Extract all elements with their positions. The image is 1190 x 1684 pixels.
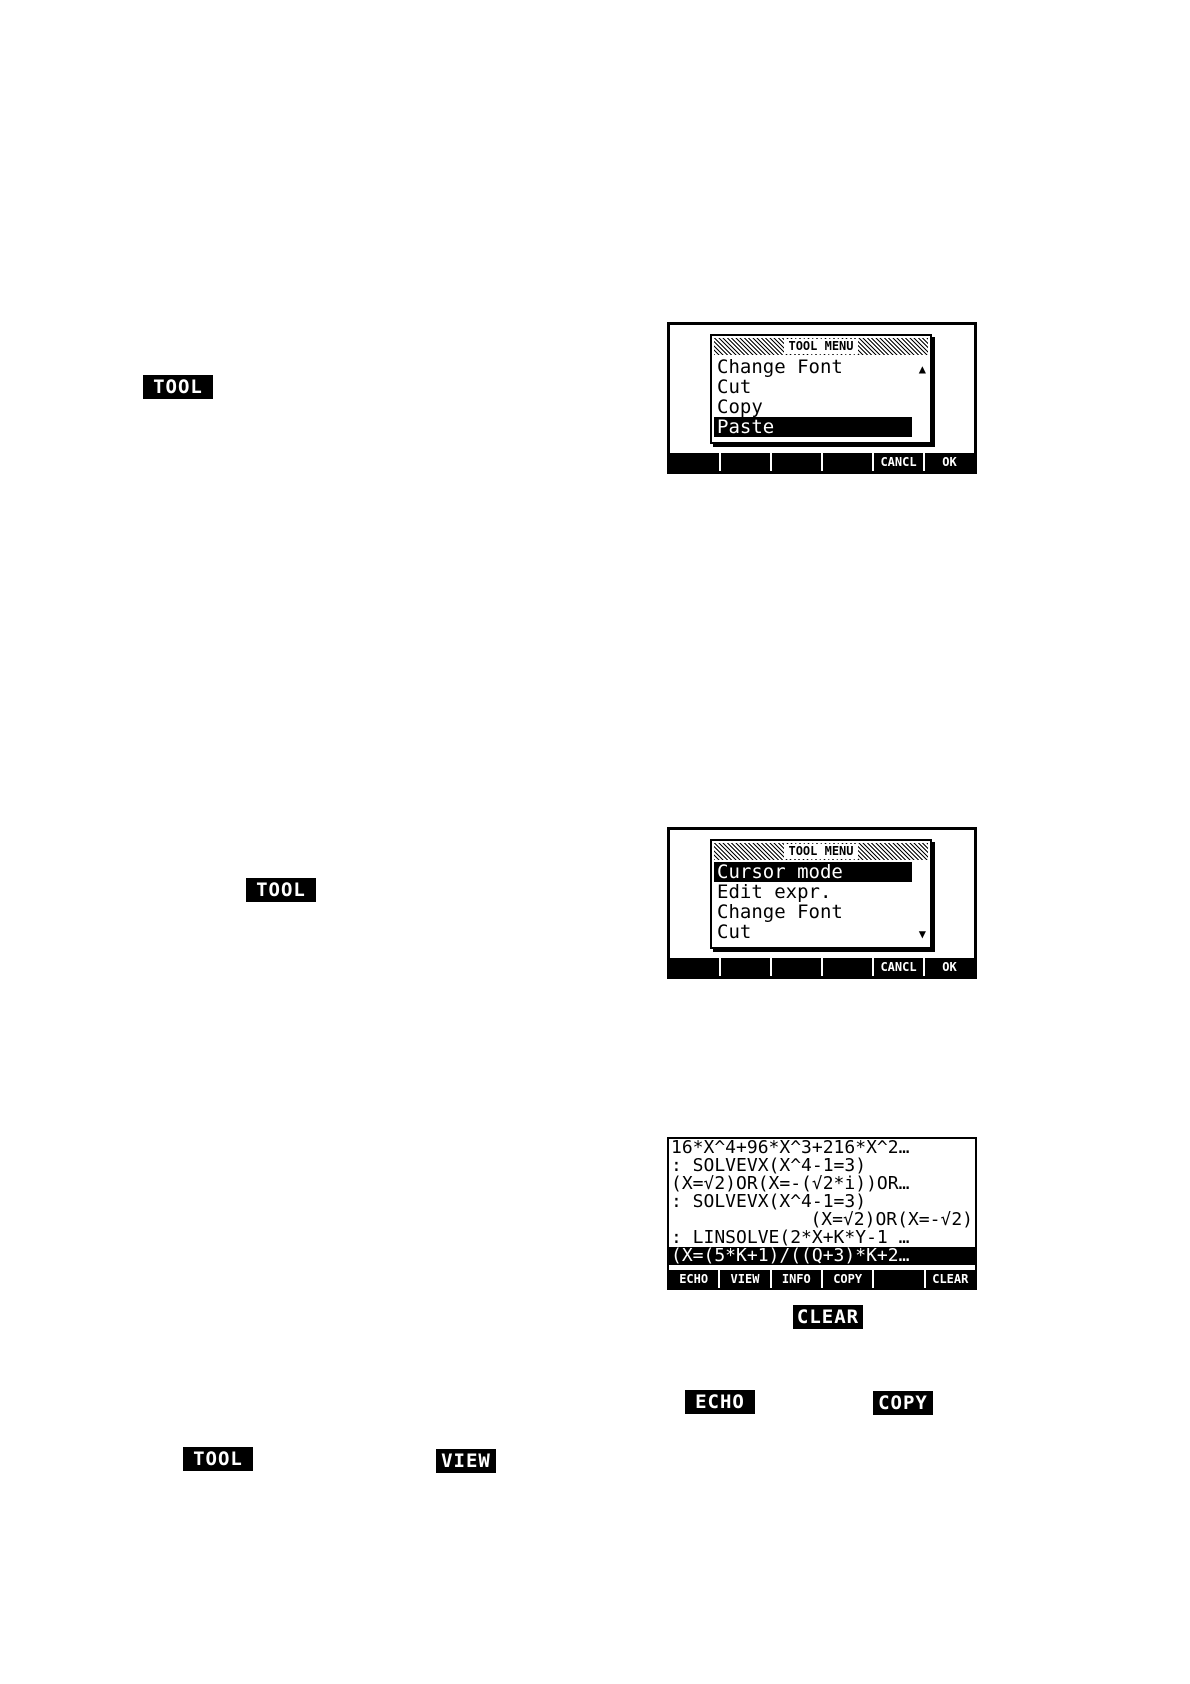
menu-item-cut[interactable]: Cut	[714, 377, 912, 397]
history-line[interactable]: (X=√2)OR(X=-(√2*i))OR…	[669, 1175, 975, 1193]
menu-item-change-font[interactable]: Change Font	[714, 902, 912, 922]
clear-key[interactable]: CLEAR	[923, 1270, 975, 1288]
ok-key[interactable]: OK	[923, 958, 974, 976]
popup-title: TOOL MENU	[784, 339, 858, 354]
view-key[interactable]: VIEW	[718, 1270, 769, 1288]
info-key[interactable]: INFO	[769, 1270, 821, 1288]
soft-menu-key-1[interactable]	[670, 958, 719, 976]
soft-menu-bar: CANCL OK	[670, 453, 974, 471]
echo-key[interactable]: ECHO	[669, 1270, 718, 1288]
tool-softkey[interactable]: TOOL	[183, 1447, 253, 1471]
soft-menu-key-5[interactable]	[872, 1270, 923, 1288]
cancel-key[interactable]: CANCL	[872, 958, 923, 976]
calculator-screen-tool-menu-2: TOOL MENU Cursor mode Edit expr. Change …	[667, 827, 977, 979]
popup-title-bar: TOOL MENU	[714, 843, 928, 860]
tool-menu-popup: TOOL MENU Cursor mode Edit expr. Change …	[710, 839, 932, 949]
history-line[interactable]: 16*X^4+96*X^3+216*X^2…	[669, 1139, 975, 1157]
scroll-up-icon: ▲	[918, 362, 926, 376]
scroll-down-icon: ▼	[918, 927, 926, 941]
copy-key[interactable]: COPY	[820, 1270, 872, 1288]
menu-item-paste[interactable]: Paste	[714, 417, 912, 437]
soft-menu-key-4[interactable]	[821, 958, 872, 976]
calculator-screen-tool-menu-1: TOOL MENU ▲ Change Font Cut Copy Paste C…	[667, 322, 977, 474]
echo-softkey[interactable]: ECHO	[685, 1390, 755, 1414]
menu-item-change-font[interactable]: Change Font	[714, 357, 912, 377]
popup-title-bar: TOOL MENU	[714, 338, 928, 355]
soft-menu-key-4[interactable]	[821, 453, 872, 471]
copy-softkey[interactable]: COPY	[873, 1391, 933, 1415]
clear-softkey[interactable]: CLEAR	[793, 1305, 863, 1329]
soft-menu-key-2[interactable]	[719, 453, 770, 471]
tool-menu-popup: TOOL MENU ▲ Change Font Cut Copy Paste	[710, 334, 932, 444]
tool-softkey[interactable]: TOOL	[143, 375, 213, 399]
menu-item-cursor-mode[interactable]: Cursor mode	[714, 862, 912, 882]
history-line[interactable]: : LINSOLVE(2*X+K*Y-1 …	[669, 1229, 975, 1247]
soft-menu-bar: ECHO VIEW INFO COPY CLEAR	[669, 1270, 975, 1288]
history-line[interactable]: (X=√2)OR(X=-√2)	[669, 1211, 975, 1229]
menu-item-cut[interactable]: Cut	[714, 922, 912, 942]
popup-title: TOOL MENU	[784, 844, 858, 859]
soft-menu-bar: CANCL OK	[670, 958, 974, 976]
menu-item-copy[interactable]: Copy	[714, 397, 912, 417]
calculator-screen-history: 16*X^4+96*X^3+216*X^2… : SOLVEVX(X^4-1=3…	[667, 1137, 977, 1290]
soft-menu-key-2[interactable]	[719, 958, 770, 976]
history-line[interactable]: : SOLVEVX(X^4-1=3)	[669, 1157, 975, 1175]
soft-menu-key-3[interactable]	[770, 958, 821, 976]
ok-key[interactable]: OK	[923, 453, 974, 471]
history-line[interactable]: : SOLVEVX(X^4-1=3)	[669, 1193, 975, 1211]
menu-item-edit-expr[interactable]: Edit expr.	[714, 882, 912, 902]
cancel-key[interactable]: CANCL	[872, 453, 923, 471]
soft-menu-key-3[interactable]	[770, 453, 821, 471]
soft-menu-key-1[interactable]	[670, 453, 719, 471]
tool-softkey[interactable]: TOOL	[246, 878, 316, 902]
history-list: 16*X^4+96*X^3+216*X^2… : SOLVEVX(X^4-1=3…	[669, 1139, 975, 1265]
view-softkey[interactable]: VIEW	[436, 1449, 496, 1473]
history-line-selected[interactable]: (X=(5*K+1)/((Q+3)*K+2…	[669, 1247, 975, 1265]
